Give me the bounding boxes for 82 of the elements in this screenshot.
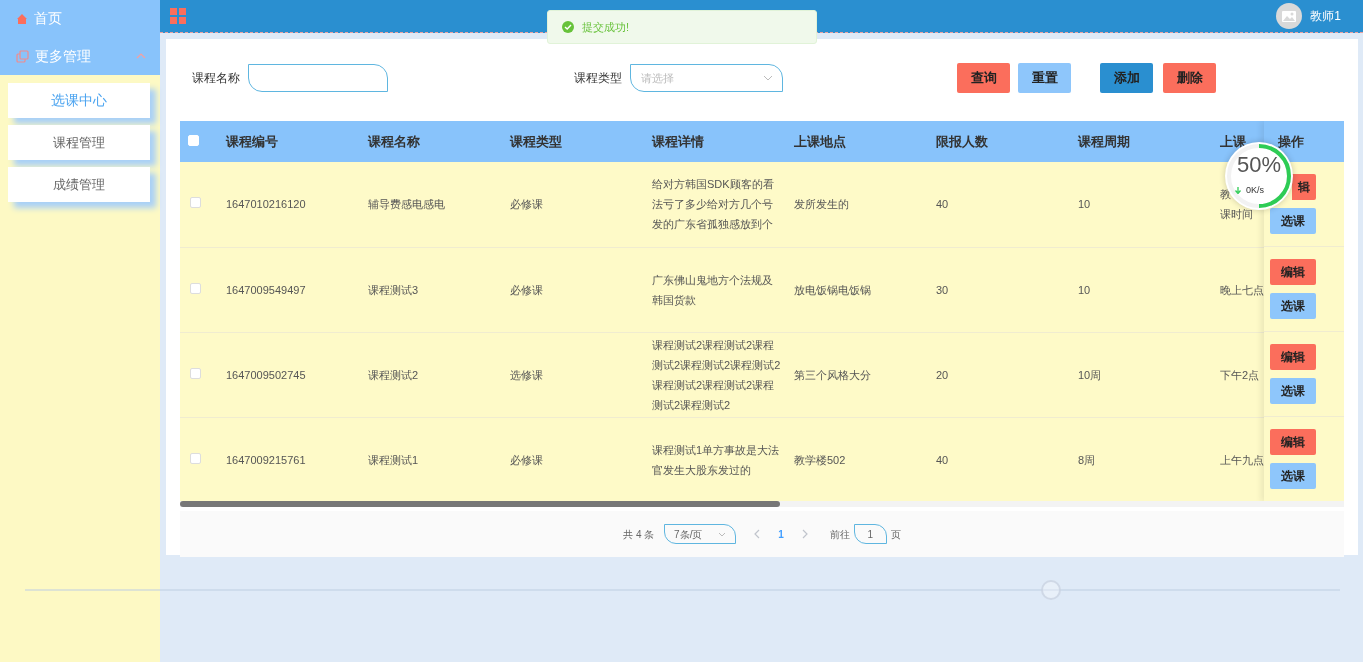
edit-button[interactable]: 编辑 (1270, 259, 1316, 285)
page-input[interactable]: 1 (853, 524, 887, 544)
submenu-item[interactable]: 课程管理 (8, 125, 150, 160)
column-header: 限报人数 (936, 133, 988, 149)
table-cell: 30 (936, 283, 949, 296)
table-cell: 教学楼502 (794, 453, 846, 466)
field-label: 课程类型 (574, 70, 622, 87)
checkbox[interactable] (190, 282, 201, 294)
chevron-icon (718, 531, 727, 537)
table-cell: 10 (1078, 198, 1091, 211)
edit-button[interactable]: 编辑 (1270, 344, 1316, 370)
toast-message: 提交成功! (582, 19, 630, 35)
table-cell: 课程测试2 (368, 368, 419, 381)
checkbox[interactable] (190, 452, 201, 464)
table-cell: 选修课 (510, 368, 543, 381)
select-button[interactable]: 选课 (1270, 293, 1316, 319)
select-button[interactable]: 选课 (1270, 378, 1316, 404)
table-cell: 辅导费感电感电 (368, 198, 445, 211)
column-header: 课程类型 (510, 133, 562, 149)
select-button[interactable]: 选课 (1270, 463, 1316, 489)
speed-text: 0K/s (1246, 184, 1264, 197)
action-button[interactable]: 查询 (957, 63, 1010, 93)
table-cell: 10 (1078, 283, 1091, 296)
table-cell: 必修课 (510, 283, 543, 296)
table-cell: 课程测试3 (368, 283, 419, 296)
chevron-icon (763, 75, 773, 81)
submenu-item[interactable]: 成绩管理 (8, 167, 150, 202)
table-cell: 40 (936, 453, 949, 466)
action-button[interactable]: 添加 (1100, 63, 1153, 93)
action-button[interactable]: 重置 (1018, 63, 1071, 93)
table-cell: 课程测试1 (368, 453, 419, 466)
table-cell: 下午2点 (1220, 368, 1260, 381)
table-cell: 必修课 (510, 198, 543, 211)
column-header: 课程详情 (652, 133, 704, 149)
table-cell: 1647009215761 (226, 453, 306, 466)
scrollbar-thumb[interactable] (180, 501, 780, 507)
table-cell: 给对方韩国SDK顾客的看法亏了多少给对方几个号发的广东省孤独感放到个 (652, 178, 774, 231)
column-header: 课程编号 (226, 133, 278, 149)
input-field[interactable] (248, 64, 388, 92)
table-cell: 晚上七点 (1220, 283, 1264, 296)
table-cell: 课时间 (1220, 208, 1253, 221)
download-icon (1235, 187, 1241, 195)
field-label: 课程名称 (192, 70, 240, 87)
success-icon (562, 21, 574, 33)
prev-page-icon[interactable] (754, 529, 761, 539)
table-cell: 发所发生的 (794, 198, 849, 211)
table-cell: 第三个风格大分 (794, 368, 871, 381)
goto-suffix: 页 (890, 527, 901, 542)
image-icon (1281, 8, 1298, 24)
table-cell: 10周 (1078, 368, 1102, 381)
table-cell: 8周 (1078, 453, 1096, 466)
table-cell: 课程测试2课程测试2课程测试2课程测试2课程测试2课程测试2课程测试2课程测试2课程测试2 (652, 338, 781, 411)
column-header: 课程周期 (1078, 133, 1130, 149)
column-header: 上课地点 (794, 133, 846, 149)
select-button[interactable]: 选课 (1270, 208, 1316, 234)
total-count: 共 4 条 (623, 527, 655, 542)
table-cell: 40 (936, 198, 949, 211)
table-cell: 课程测试1单方事故是大法官发生大股东发过的 (652, 443, 780, 476)
user-name[interactable]: 教师1 (1310, 7, 1341, 25)
table-cell: 放电饭锅电饭锅 (794, 283, 871, 296)
slider-thumb[interactable] (1040, 580, 1061, 600)
table-cell: 20 (936, 368, 949, 381)
percent-text: 50% (1235, 152, 1282, 178)
table-cell: 必修课 (510, 453, 543, 466)
checkbox[interactable] (190, 197, 201, 209)
next-page-icon[interactable] (801, 529, 808, 539)
checkbox[interactable] (190, 367, 201, 379)
column-header: 课程名称 (368, 133, 420, 149)
page-size-select[interactable]: 7条/页 (664, 524, 737, 544)
table-cell: 广东佛山鬼地方个法规及韩国货款 (652, 273, 773, 306)
table-cell: 1647010216120 (226, 198, 306, 211)
table-cell: 上午九点 (1220, 453, 1264, 466)
copy-icon (16, 49, 29, 63)
select-field[interactable]: 请选择 (630, 64, 783, 92)
goto-label: 前往 (829, 527, 850, 542)
grid-icon (170, 8, 186, 24)
home-icon (16, 12, 28, 25)
action-button[interactable]: 删除 (1163, 63, 1216, 93)
table-cell: 1647009549497 (226, 283, 306, 296)
edit-button[interactable]: 辑 (1292, 174, 1316, 200)
table-cell: 1647009502745 (226, 368, 306, 381)
edit-button[interactable]: 编辑 (1270, 429, 1316, 455)
